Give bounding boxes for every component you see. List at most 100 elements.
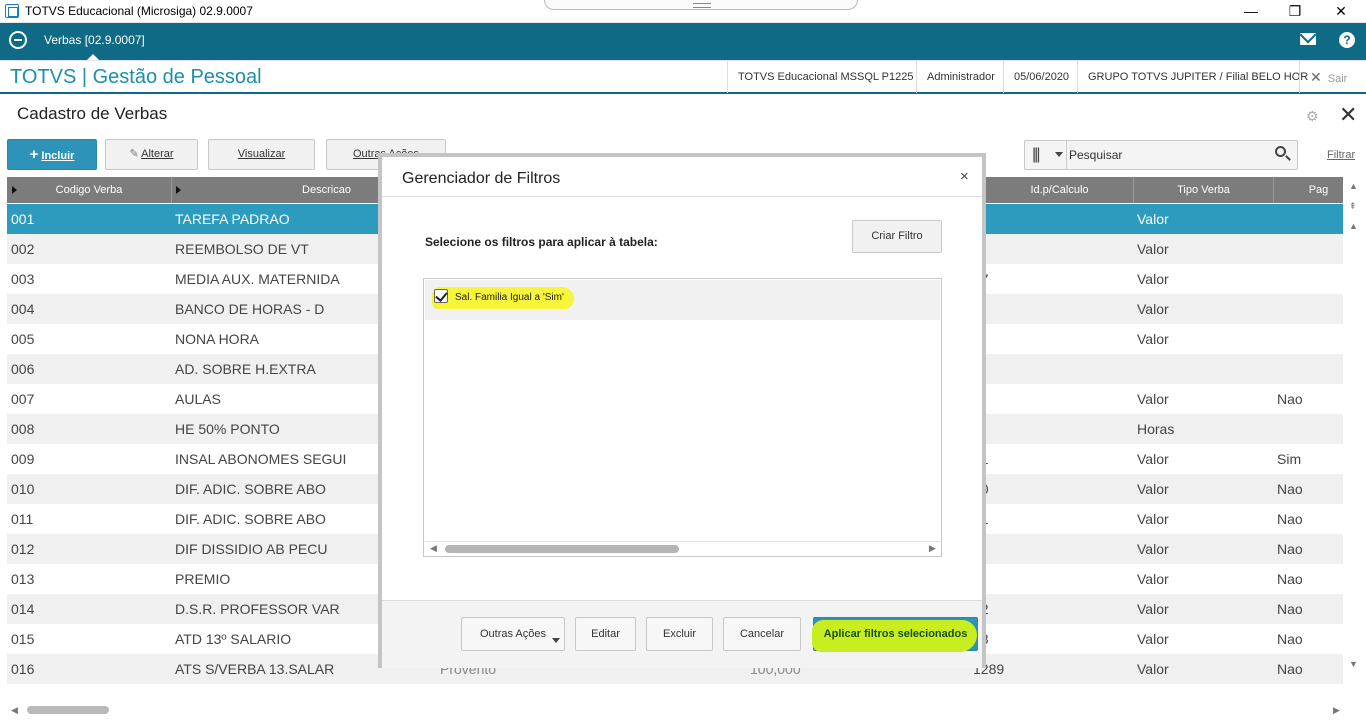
search-icon[interactable]: [1275, 146, 1286, 157]
filter-list-scrollbar[interactable]: ◀ ▶: [425, 541, 940, 555]
filter-scroll-thumb[interactable]: [445, 545, 679, 553]
totvs-logo-icon[interactable]: [9, 31, 27, 49]
horizontal-scroll-thumb[interactable]: [27, 706, 109, 714]
cell-codigo: 013: [11, 571, 35, 587]
exit-button[interactable]: ✕ Sair: [1299, 61, 1347, 93]
exit-label: Sair: [1327, 73, 1348, 85]
cell-descricao: TAREFA PADRAO: [175, 211, 290, 227]
search-input[interactable]: [1069, 143, 1269, 167]
criar-filtro-button[interactable]: Criar Filtro: [852, 220, 942, 253]
horizontal-scrollbar[interactable]: ◀ ▶: [7, 703, 1343, 717]
cell-descricao: DIF. ADIC. SOBRE ABO: [175, 481, 326, 497]
aplicar-filtros-button[interactable]: Aplicar filtros selecionados: [812, 617, 978, 652]
cell-codigo: 003: [11, 271, 35, 287]
search-box: |||: [1024, 140, 1298, 170]
minimize-button[interactable]: —: [1228, 0, 1274, 23]
dialog-instruction: Selecione os filtros para aplicar à tabe…: [425, 235, 658, 249]
cell-tipo-verba: Valor: [1137, 211, 1169, 227]
cell-descricao: NONA HORA: [175, 331, 260, 347]
cell-tipo-verba: Valor: [1137, 601, 1169, 617]
cell-codigo: 002: [11, 241, 35, 257]
cancelar-button[interactable]: Cancelar: [723, 617, 801, 651]
cell-tipo-verba: Valor: [1137, 571, 1169, 587]
cell-tipo-verba: Valor: [1137, 631, 1169, 647]
cell-descricao: REEMBOLSO DE VT: [175, 241, 309, 257]
filter-label: Sal. Familia Igual a 'Sim': [455, 292, 564, 303]
scroll-down-icon[interactable]: ▼: [1349, 659, 1358, 669]
close-window-button[interactable]: ✕: [1318, 0, 1364, 23]
scroll-right-icon[interactable]: ▶: [1333, 705, 1340, 716]
aplicar-filtros-label: Aplicar filtros selecionados: [823, 628, 968, 640]
module-title: TOTVS | Gestão de Pessoal: [10, 66, 262, 88]
dialog-footer: Outras Ações Editar Excluir Cancelar Apl…: [382, 600, 982, 668]
module-header: TOTVS | Gestão de Pessoal TOTVS Educacio…: [0, 60, 1366, 94]
dialog-outras-acoes-button[interactable]: Outras Ações: [461, 617, 565, 651]
cell-codigo: 011: [11, 511, 34, 527]
gear-icon[interactable]: ⚙: [1306, 108, 1319, 125]
filter-checkbox[interactable]: [434, 289, 448, 303]
col-header-idcalc[interactable]: Id.p/Calculo: [985, 177, 1134, 203]
col-header-tipo[interactable]: Tipo Verba: [1134, 177, 1274, 203]
filter-scroll-left-icon[interactable]: ◀: [430, 543, 437, 554]
alterar-button[interactable]: ✎ Alterar: [105, 139, 198, 170]
cell-codigo: 006: [11, 361, 35, 377]
cell-tipo-verba: Valor: [1137, 481, 1169, 497]
plus-icon: +: [29, 146, 39, 163]
restore-button[interactable]: ❐: [1272, 0, 1318, 23]
filter-manager-dialog: Gerenciador de Filtros × Selecione os fi…: [378, 153, 986, 668]
vertical-scrollbar[interactable]: ▲ ⇞ ▲ ▼: [1346, 177, 1360, 685]
scroll-left-icon[interactable]: ◀: [11, 705, 18, 716]
cell-tipo-verba: Valor: [1137, 541, 1169, 557]
scroll-top-icon[interactable]: ⇞: [1349, 201, 1357, 212]
scroll-up-small-icon[interactable]: ▲: [1349, 221, 1358, 231]
excluir-button[interactable]: Excluir: [646, 617, 713, 651]
cell-pag: Nao: [1277, 601, 1303, 617]
date-info: 05/06/2020: [1003, 61, 1079, 93]
cell-pag: Sim: [1277, 451, 1302, 467]
mail-icon[interactable]: [1300, 33, 1316, 45]
visualizar-button[interactable]: Visualizar: [208, 139, 315, 170]
cell-descricao: PREMIO: [175, 571, 231, 587]
cell-descricao: DIF DISSIDIO AB PECU: [175, 541, 328, 557]
cell-pag: Nao: [1277, 541, 1303, 557]
scroll-up-icon[interactable]: ▲: [1349, 181, 1358, 191]
help-icon[interactable]: ?: [1339, 32, 1355, 48]
app-window-icon: [5, 4, 19, 18]
cell-descricao: BANCO DE HORAS - D: [175, 301, 325, 317]
filter-item[interactable]: Sal. Familia Igual a 'Sim': [425, 280, 940, 320]
incluir-button[interactable]: + Incluir: [7, 139, 97, 170]
cell-tipo-verba: Valor: [1137, 301, 1169, 317]
cell-tipo-verba: Valor: [1137, 661, 1169, 677]
cell-tipo-verba: Valor: [1137, 451, 1169, 467]
cell-codigo: 009: [11, 451, 35, 467]
cell-descricao: MEDIA AUX. MATERNIDA: [175, 271, 340, 287]
cell-pag: Nao: [1277, 571, 1303, 587]
cell-descricao: AULAS: [175, 391, 221, 407]
close-page-icon[interactable]: ✕: [1339, 102, 1357, 128]
cell-codigo: 014: [11, 601, 35, 617]
visualizar-label: Visualizar: [237, 148, 286, 160]
filter-scroll-right-icon[interactable]: ▶: [929, 543, 936, 554]
tab-verbas-label: Verbas [02.9.0007]: [44, 33, 145, 47]
chevron-down-icon: [552, 638, 560, 643]
dialog-close-icon[interactable]: ×: [960, 168, 969, 185]
cell-pag: Nao: [1277, 481, 1303, 497]
cell-codigo: 001: [11, 211, 35, 227]
tab-verbas[interactable]: Verbas [02.9.0007] ×: [37, 23, 152, 81]
cell-descricao: AD. SOBRE H.EXTRA: [175, 361, 316, 377]
window-drag-grip[interactable]: [544, 0, 858, 10]
cell-codigo: 008: [11, 421, 35, 437]
columns-selector-icon[interactable]: |||: [1025, 141, 1067, 169]
exit-icon: ✕: [1310, 69, 1322, 85]
col-header-codigo[interactable]: Codigo Verba: [7, 177, 172, 203]
cell-descricao: DIF. ADIC. SOBRE ABO: [175, 511, 326, 527]
editar-button[interactable]: Editar: [575, 617, 636, 651]
filter-list: Sal. Familia Igual a 'Sim' ◀ ▶: [423, 278, 942, 557]
incluir-label: Incluir: [41, 150, 75, 162]
col-header-pag[interactable]: Pag: [1274, 177, 1343, 203]
cell-codigo: 016: [11, 661, 35, 677]
filtrar-link[interactable]: Filtrar: [1327, 149, 1355, 161]
pencil-icon: ✎: [129, 148, 139, 160]
cell-tipo-verba: Valor: [1137, 391, 1169, 407]
app-header-bar: Verbas [02.9.0007] × ?: [0, 23, 1366, 81]
